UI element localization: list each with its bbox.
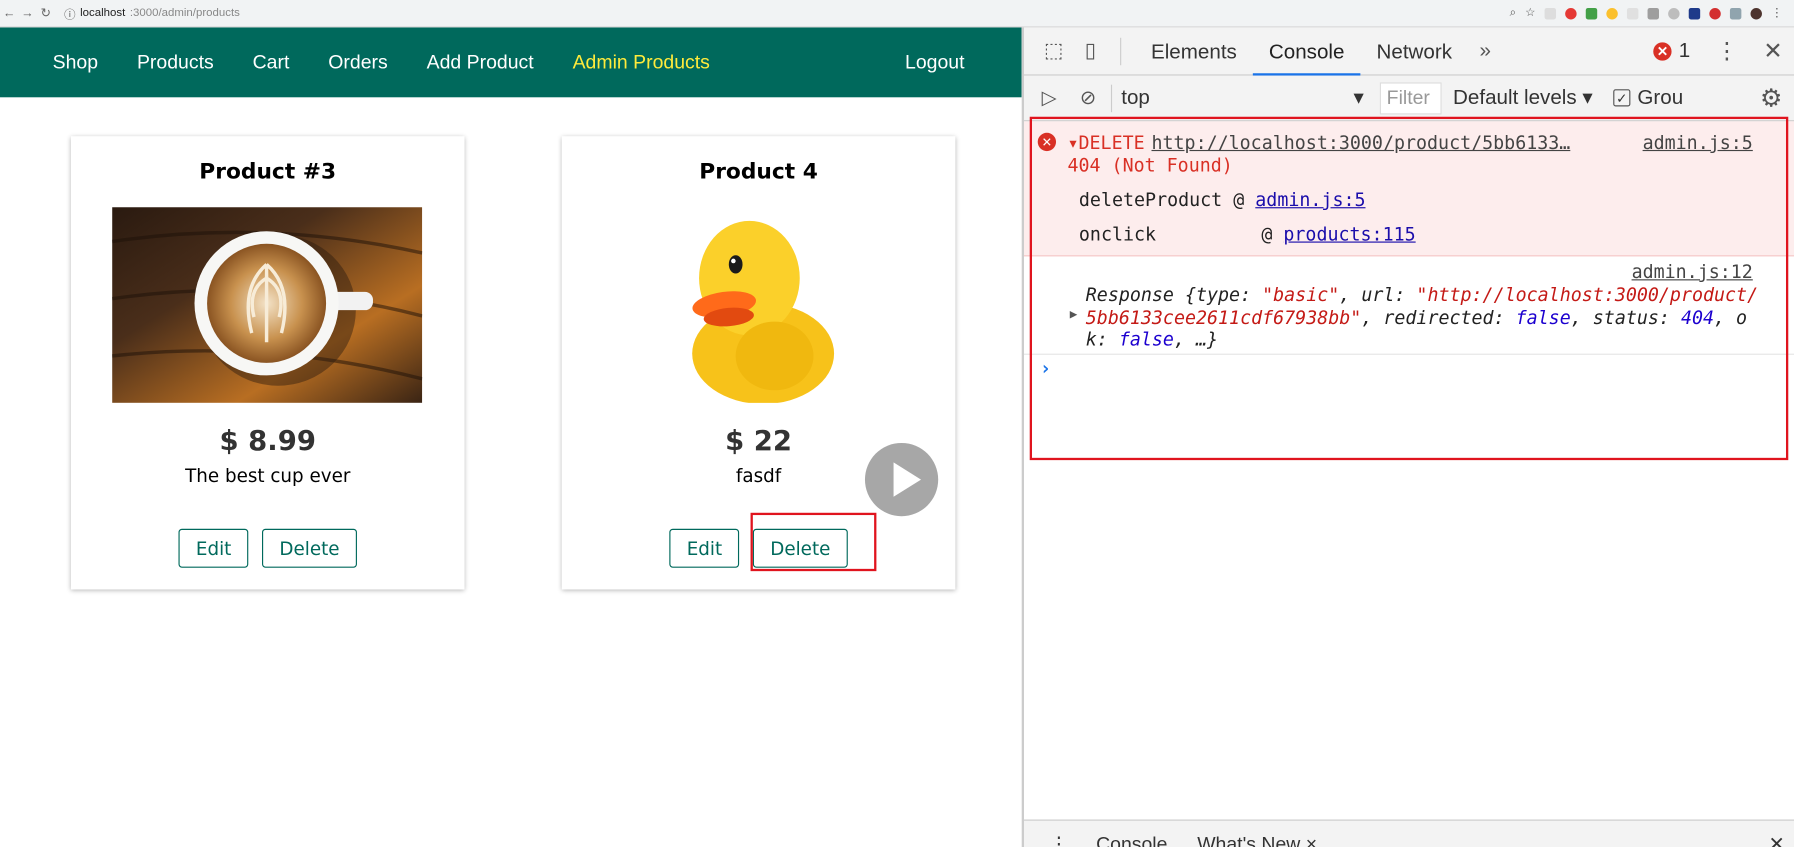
kebab-menu-icon[interactable]: ⋮ bbox=[1715, 37, 1738, 66]
close-icon[interactable]: ✕ bbox=[1763, 37, 1782, 66]
dropdown-arrow-icon: ▾ bbox=[1353, 85, 1364, 109]
extension-icon[interactable] bbox=[1729, 7, 1742, 19]
info-icon[interactable]: ⓘ bbox=[64, 5, 75, 22]
bookmark-star-icon[interactable]: ☆ bbox=[1525, 7, 1535, 20]
extension-icon[interactable] bbox=[1565, 7, 1577, 19]
drawer-menu-icon[interactable]: ⋮ bbox=[1049, 833, 1068, 847]
browser-toolbar: ← → ↻ ⓘ localhost:3000/admin/products ⌕ … bbox=[0, 0, 1794, 28]
edit-button[interactable]: Edit bbox=[669, 528, 740, 568]
play-icon[interactable] bbox=[864, 442, 939, 517]
coffee-cup-image bbox=[112, 207, 423, 403]
sidebar-toggle-icon[interactable]: ▷ bbox=[1035, 84, 1062, 111]
context-value: top bbox=[1121, 85, 1150, 109]
devtools-panel: ⬚ ▯ Elements Console Network » ✕ 1 ⋮ ✕ ▷… bbox=[1021, 27, 1794, 847]
nav-logout[interactable]: Logout bbox=[905, 51, 964, 74]
devtools-drawer: ⋮ Console What's New × ✕ bbox=[1023, 819, 1794, 847]
nav-admin-products[interactable]: Admin Products bbox=[573, 51, 710, 74]
context-selector[interactable]: top ▾ bbox=[1121, 86, 1373, 110]
more-tabs-icon[interactable]: » bbox=[1468, 39, 1502, 63]
address-bar[interactable]: ⓘ localhost:3000/admin/products bbox=[64, 5, 240, 22]
tab-elements[interactable]: Elements bbox=[1135, 27, 1253, 75]
product-description: The best cup ever bbox=[185, 464, 351, 487]
adblock-icon[interactable] bbox=[1709, 7, 1721, 19]
url-host: localhost bbox=[80, 6, 126, 20]
extension-icon[interactable] bbox=[1606, 7, 1618, 19]
log-levels-dropdown[interactable]: Default levels ▾ bbox=[1453, 86, 1593, 110]
forward-icon[interactable]: → bbox=[18, 6, 36, 20]
tab-console[interactable]: Console bbox=[1252, 27, 1361, 75]
nav-add-product[interactable]: Add Product bbox=[427, 51, 534, 74]
product-card: Product #3 $ 8.99 The best cup ever Edit… bbox=[70, 136, 465, 590]
inspect-element-icon[interactable]: ⬚ bbox=[1038, 35, 1070, 67]
settings-gear-icon[interactable]: ⚙ bbox=[1760, 83, 1783, 113]
divider bbox=[1110, 84, 1113, 112]
product-actions: Edit Delete bbox=[71, 528, 465, 568]
group-similar-checkbox[interactable]: ✓ bbox=[1613, 89, 1631, 107]
back-icon[interactable]: ← bbox=[0, 6, 18, 20]
clear-console-icon[interactable]: ⊘ bbox=[1074, 84, 1101, 111]
drawer-tab-whats-new[interactable]: What's New × bbox=[1197, 833, 1317, 847]
product-price: $ 8.99 bbox=[219, 424, 316, 457]
product-title: Product #3 bbox=[199, 159, 337, 185]
log-levels-label: Default levels bbox=[1453, 85, 1577, 109]
devtools-tab-bar: ⬚ ▯ Elements Console Network » ✕ 1 ⋮ ✕ bbox=[1023, 27, 1794, 76]
rubber-duck-image bbox=[692, 220, 835, 403]
nav-orders[interactable]: Orders bbox=[328, 51, 387, 74]
highlight-box bbox=[1029, 116, 1789, 461]
group-similar-label: Grou bbox=[1637, 85, 1684, 109]
extension-icon[interactable] bbox=[1668, 7, 1680, 19]
device-toolbar-icon[interactable]: ▯ bbox=[1074, 35, 1106, 67]
url-path: :3000/admin/products bbox=[129, 6, 240, 20]
main-navigation: Shop Products Cart Orders Add Product Ad… bbox=[0, 27, 1022, 98]
menu-icon[interactable]: ⋮ bbox=[1771, 7, 1782, 20]
nav-products[interactable]: Products bbox=[137, 51, 214, 74]
delete-button[interactable]: Delete bbox=[262, 528, 357, 568]
drawer-tab-console[interactable]: Console bbox=[1096, 833, 1167, 847]
error-count: 1 bbox=[1678, 38, 1691, 62]
extension-icon[interactable] bbox=[1626, 7, 1639, 19]
extension-icon[interactable] bbox=[1647, 7, 1659, 19]
screen: ← → ↻ ⓘ localhost:3000/admin/products ⌕ … bbox=[0, 0, 1794, 847]
divider bbox=[1120, 37, 1122, 65]
error-counter[interactable]: ✕ 1 bbox=[1653, 38, 1691, 63]
zoom-icon[interactable]: ⌕ bbox=[1510, 7, 1516, 20]
edit-button[interactable]: Edit bbox=[178, 528, 249, 568]
extension-icon[interactable] bbox=[1544, 7, 1557, 19]
error-icon: ✕ bbox=[1653, 41, 1672, 61]
web-page: Shop Products Cart Orders Add Product Ad… bbox=[0, 27, 1022, 847]
nav-cart[interactable]: Cart bbox=[253, 51, 290, 74]
drawer-close-icon[interactable]: ✕ bbox=[1769, 833, 1785, 847]
profile-avatar[interactable] bbox=[1750, 7, 1762, 19]
console-toolbar: ▷ ⊘ top ▾ Filter Default levels ▾ ✓ Grou… bbox=[1023, 75, 1794, 122]
reload-icon[interactable]: ↻ bbox=[37, 6, 55, 21]
extensions-area: ⌕ ☆ ⋮ bbox=[1510, 7, 1794, 20]
extension-icon[interactable] bbox=[1688, 7, 1701, 19]
extension-icon[interactable] bbox=[1585, 7, 1598, 19]
filter-input[interactable]: Filter bbox=[1379, 81, 1442, 114]
highlight-box bbox=[750, 512, 877, 572]
nav-shop[interactable]: Shop bbox=[53, 51, 98, 74]
product-title: Product 4 bbox=[699, 159, 818, 185]
tab-network[interactable]: Network bbox=[1360, 27, 1468, 75]
